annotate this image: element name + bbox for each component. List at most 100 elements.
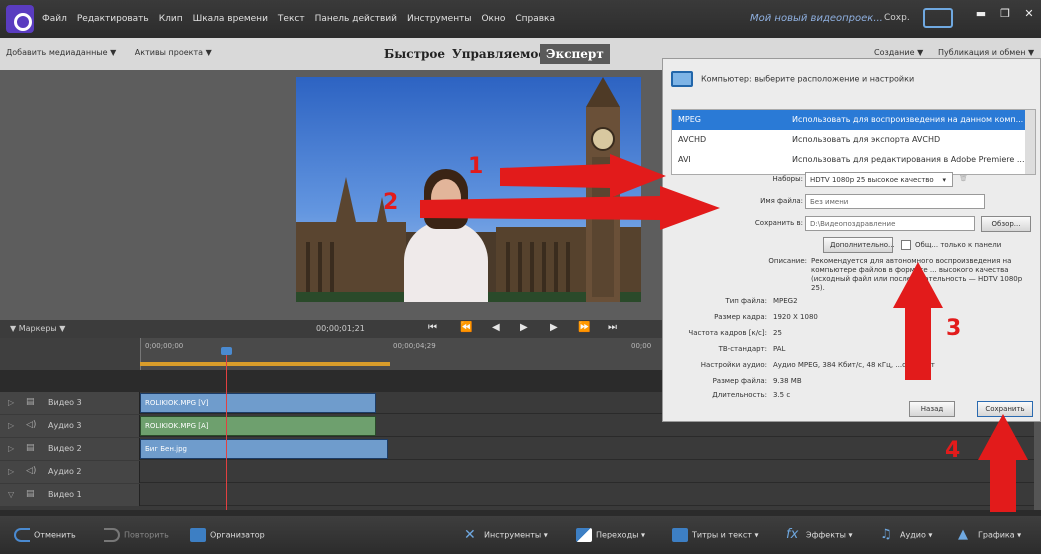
presets-dropdown[interactable]: HDTV 1080p 25 высокое качество ▾	[805, 172, 953, 187]
redo-button[interactable]: Повторить	[104, 528, 169, 542]
saveto-input[interactable]: D:\Видеопоздравление	[805, 216, 975, 231]
format-list-scrollbar[interactable]	[1025, 110, 1035, 174]
info-value: Аудио MPEG, 384 Кбит/с, 48 кГц, ...о, 16…	[773, 361, 935, 369]
annotation-number: 1	[468, 154, 484, 179]
info-label: Тип файла:	[725, 297, 767, 305]
browse-button[interactable]: Обзор...	[981, 216, 1031, 232]
step-back-icon[interactable]: ⏪	[460, 322, 472, 333]
expand-icon[interactable]: ▽	[8, 490, 14, 499]
next-frame-icon[interactable]: ▶	[550, 322, 558, 333]
expand-icon[interactable]: ▷	[8, 421, 14, 430]
save-button[interactable]: Сохранить	[977, 401, 1033, 417]
info-value: MPEG2	[773, 297, 798, 305]
audio-button[interactable]: ♫ Аудио ▾	[880, 528, 932, 542]
export-settings-panel: Компьютер: выберите расположение и настр…	[662, 58, 1041, 422]
premiere-elements-window: Файл Редактировать Клип Шкала времени Те…	[0, 0, 1041, 554]
tools-button[interactable]: ✕ Инструменты ▾	[464, 528, 548, 542]
tab-guided[interactable]: Управляемое	[446, 44, 552, 64]
track-name: Аудио 2	[48, 467, 82, 476]
expand-icon[interactable]: ▷	[8, 444, 14, 453]
graphics-label: Графика ▾	[978, 530, 1022, 540]
create-button[interactable]: Создание ▼	[874, 48, 923, 57]
menu-clip[interactable]: Клип	[159, 14, 183, 24]
timeline-ruler[interactable]: 0;00;00;00 00;00;04;29 00;00	[0, 338, 662, 370]
track-header[interactable]: ▷ ▤ Видео 2	[0, 438, 140, 460]
go-to-end-icon[interactable]: ⏭	[608, 322, 617, 333]
expand-icon[interactable]: ▷	[8, 398, 14, 407]
format-desc: Использовать для экспорта AVCHD	[792, 135, 941, 144]
menubar: Файл Редактировать Клип Шкала времени Те…	[0, 0, 1041, 38]
saveto-label: Сохранить в:	[754, 219, 803, 227]
menu-text[interactable]: Текст	[278, 14, 305, 24]
play-icon[interactable]: ▶	[520, 322, 528, 333]
presets-label: Наборы:	[772, 175, 803, 183]
graphics-button[interactable]: ▲ Графика ▾	[958, 528, 1021, 542]
video-preview[interactable]	[296, 77, 641, 302]
app-logo-icon	[6, 5, 34, 33]
format-row-mpeg[interactable]: MPEG Использовать для воспроизведения на…	[672, 110, 1035, 130]
tab-expert[interactable]: Эксперт	[540, 44, 610, 64]
minimize-icon[interactable]: ▬	[970, 6, 992, 22]
expand-icon[interactable]: ▷	[8, 467, 14, 476]
close-icon[interactable]: ✕	[1018, 6, 1040, 22]
back-button[interactable]: Назад	[909, 401, 955, 417]
track-header[interactable]: ▷ ◁) Аудио 2	[0, 461, 140, 483]
annotation-number: 2	[383, 190, 399, 215]
annotation-number: 4	[945, 438, 961, 463]
save-link[interactable]: Сохр.	[884, 13, 910, 23]
menu-window[interactable]: Окно	[481, 14, 505, 24]
maximize-icon[interactable]: ❐	[994, 6, 1016, 22]
tab-quick[interactable]: Быстрое	[378, 44, 451, 64]
transitions-button[interactable]: Переходы ▾	[576, 528, 645, 542]
menu-action-bar[interactable]: Панель действий	[315, 14, 397, 24]
tools-label: Инструменты ▾	[484, 530, 548, 540]
organizer-button[interactable]: Организатор	[190, 528, 265, 542]
film-icon: ▤	[26, 489, 35, 499]
music-note-icon: ♫	[880, 527, 892, 542]
menu-help[interactable]: Справка	[515, 14, 555, 24]
audio-label: Аудио ▾	[900, 530, 933, 540]
info-label: Размер кадра:	[714, 313, 767, 321]
playhead-handle[interactable]	[221, 347, 232, 355]
menu-file[interactable]: Файл	[42, 14, 67, 24]
prev-frame-icon[interactable]: ◀	[492, 322, 500, 333]
format-list[interactable]: MPEG Использовать для воспроизведения на…	[671, 109, 1036, 175]
video-clip[interactable]: ROLIKIOK.MPG [V]	[140, 393, 376, 413]
menu-edit[interactable]: Редактировать	[77, 14, 149, 24]
filename-input[interactable]: Без имени	[805, 194, 985, 209]
transitions-label: Переходы ▾	[596, 530, 645, 540]
track-header[interactable]: ▷ ◁) Аудио 3	[0, 415, 140, 437]
monitor-icon[interactable]	[923, 8, 953, 28]
go-to-start-icon[interactable]: ⏮	[428, 322, 437, 333]
fx-icon: fx	[786, 527, 799, 542]
step-forward-icon[interactable]: ⏩	[578, 322, 590, 333]
markers-dropdown[interactable]: ▼ Маркеры ▼	[10, 324, 65, 333]
menu-timeline[interactable]: Шкала времени	[193, 14, 268, 24]
computer-icon	[671, 71, 693, 87]
playhead-line	[226, 350, 227, 510]
image-clip[interactable]: Биг Бен.jpg	[140, 439, 388, 459]
work-area-bar[interactable]	[140, 362, 390, 366]
audio-clip[interactable]: ROLIKIOK.MPG [A]	[140, 416, 376, 436]
format-row-avchd[interactable]: AVCHD Использовать для экспорта AVCHD	[672, 130, 1035, 150]
add-media-button[interactable]: Добавить медиаданные ▼	[6, 48, 116, 57]
track-header[interactable]: ▷ ▤ Видео 3	[0, 392, 140, 414]
info-label: Настройки аудио:	[700, 361, 767, 369]
share-checkbox[interactable]	[901, 240, 911, 250]
undo-icon	[14, 528, 30, 542]
format-row-avi[interactable]: AVI Использовать для редактирования в Ad…	[672, 150, 1035, 170]
format-name: AVI	[678, 155, 691, 164]
current-timecode[interactable]: 00;00;01;21	[316, 324, 365, 333]
panel-header: Компьютер: выберите расположение и настр…	[671, 71, 914, 87]
ruler-timecode: 00;00	[631, 342, 652, 350]
menu-tools[interactable]: Инструменты	[407, 14, 471, 24]
project-assets-button[interactable]: Активы проекта ▼	[135, 48, 212, 57]
titles-button[interactable]: Титры и текст ▾	[672, 528, 758, 542]
undo-button[interactable]: Отменить	[14, 528, 76, 542]
advanced-button[interactable]: Дополнительно...	[823, 237, 895, 253]
track-row: ▷ ◁) Аудио 2	[0, 461, 1041, 483]
publish-share-button[interactable]: Публикация и обмен ▼	[938, 48, 1034, 57]
effects-button[interactable]: fx Эффекты ▾	[786, 528, 853, 542]
track-header[interactable]: ▽ ▤ Видео 1	[0, 484, 140, 506]
trash-icon[interactable]: 🗑	[959, 174, 968, 182]
